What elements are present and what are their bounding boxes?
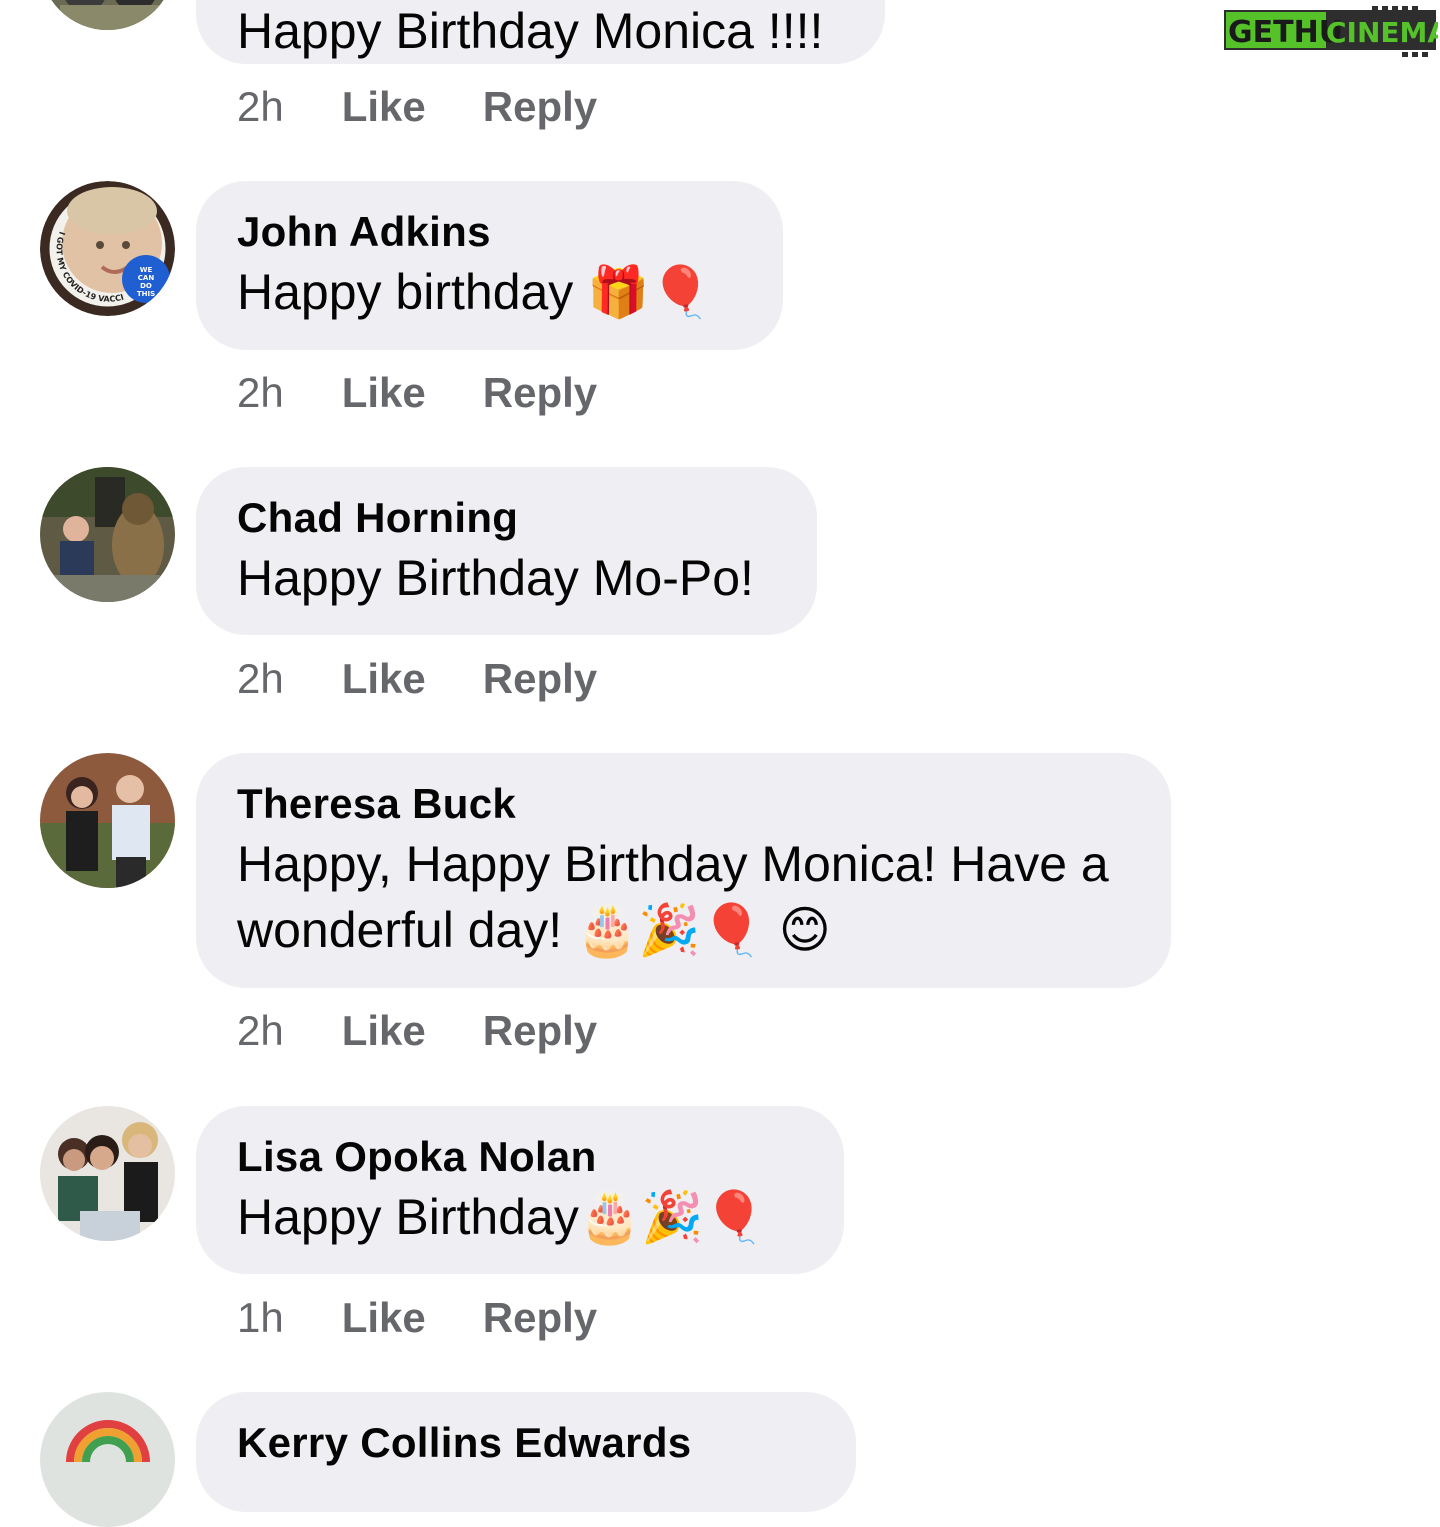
comment-text: Happy Birthday🎂🎉🎈 — [237, 1184, 804, 1250]
comment-text-body: Happy Birthday — [237, 1189, 579, 1245]
like-button[interactable]: Like — [342, 82, 426, 132]
comment-text: Happy birthday 🎁🎈 — [237, 259, 743, 325]
comment-emoji: 🎂🎉🎈 — [578, 1188, 766, 1246]
avatar[interactable] — [40, 467, 175, 602]
comment-text-body: Happy birthday — [237, 264, 574, 320]
comment-emoji: 🎁🎈 — [587, 263, 712, 321]
reply-button[interactable]: Reply — [483, 1293, 597, 1343]
timestamp: 2h — [237, 655, 284, 702]
avatar[interactable] — [40, 1106, 175, 1241]
comment-bubble: Kerry Collins Edwards — [196, 1392, 856, 1512]
watermark-text: CINEMA — [1326, 16, 1438, 49]
commenter-name[interactable]: Chad Horning — [237, 493, 777, 543]
comment-text: Happy Birthday Mo-Po! — [237, 550, 754, 606]
comment-bubble: Lisa Opoka Nolan Happy Birthday🎂🎉🎈 — [196, 1106, 844, 1274]
avatar-badge-text: WE — [140, 266, 153, 274]
avatar-badge-text: DO — [140, 282, 152, 290]
like-button[interactable]: Like — [342, 1293, 426, 1343]
commenter-name[interactable]: Theresa Buck — [237, 779, 1131, 829]
avatar[interactable] — [40, 0, 175, 30]
comment-bubble: Happy Birthday Monica !!!! — [196, 0, 885, 64]
comment-text: Happy Birthday Monica !!!! — [237, 3, 824, 59]
avatar[interactable]: WE CAN DO THIS I GOT MY COVID-19 VACCINE — [40, 181, 175, 316]
comment-actions: 1h Like Reply — [237, 1293, 597, 1343]
avatar-badge-text: THIS — [137, 290, 155, 298]
timestamp: 2h — [237, 369, 284, 416]
comment-bubble: John Adkins Happy birthday 🎁🎈 — [196, 181, 783, 350]
comment-emoji: 🎂🎉🎈 😊 — [576, 901, 831, 959]
reply-button[interactable]: Reply — [483, 368, 597, 418]
avatar-badge-text: CAN — [138, 274, 155, 282]
comment-actions: 2h Like Reply — [237, 1006, 597, 1056]
like-button[interactable]: Like — [342, 1006, 426, 1056]
commenter-name[interactable]: John Adkins — [237, 207, 743, 257]
comment-text: Happy, Happy Birthday Monica! Have a won… — [237, 831, 1137, 963]
reply-button[interactable]: Reply — [483, 1006, 597, 1056]
comment-bubble: Theresa Buck Happy, Happy Birthday Monic… — [196, 753, 1171, 988]
comment-actions: 2h Like Reply — [237, 82, 597, 132]
avatar[interactable] — [40, 1392, 175, 1527]
watermark-logo: GETHU CINEMA — [1222, 6, 1438, 58]
reply-button[interactable]: Reply — [483, 654, 597, 704]
timestamp: 1h — [237, 1294, 284, 1341]
timestamp: 2h — [237, 1007, 284, 1054]
commenter-name[interactable]: Kerry Collins Edwards — [237, 1418, 816, 1468]
commenter-name[interactable]: Lisa Opoka Nolan — [237, 1132, 804, 1182]
like-button[interactable]: Like — [342, 654, 426, 704]
reply-button[interactable]: Reply — [483, 82, 597, 132]
comment-bubble: Chad Horning Happy Birthday Mo-Po! — [196, 467, 817, 635]
timestamp: 2h — [237, 83, 284, 130]
comment-actions: 2h Like Reply — [237, 368, 597, 418]
like-button[interactable]: Like — [342, 368, 426, 418]
comment-actions: 2h Like Reply — [237, 654, 597, 704]
avatar[interactable] — [40, 753, 175, 888]
